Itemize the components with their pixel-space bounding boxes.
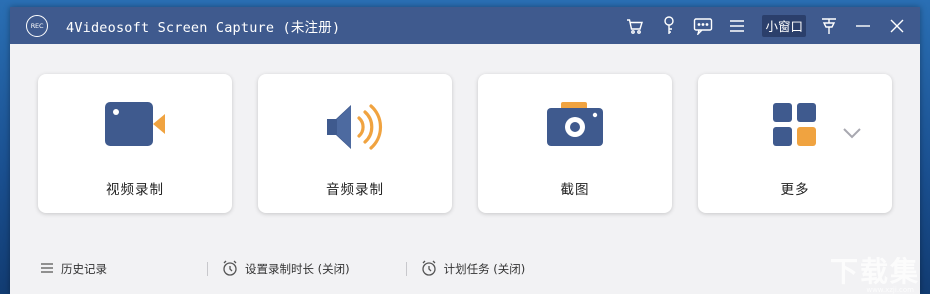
more-label: 更多 <box>780 182 810 198</box>
mini-window-button[interactable]: 小窗口 <box>762 14 806 37</box>
record-duration-link[interactable]: 设置录制时长 (关闭) <box>222 260 350 279</box>
footer-divider <box>405 262 407 276</box>
feature-cards: 视频录制 音频录制 截图 更多 <box>38 74 892 213</box>
history-label: 历史记录 <box>61 262 107 276</box>
screenshot-card[interactable]: 截图 <box>478 74 672 213</box>
screenshot-label: 截图 <box>560 182 590 198</box>
list-icon <box>40 262 54 277</box>
minimize-icon[interactable] <box>846 7 880 44</box>
speaker-icon <box>258 100 452 154</box>
titlebar-controls: 小窗口 <box>618 7 920 44</box>
audio-recorder-label: 音频录制 <box>326 182 384 198</box>
video-camera-icon <box>38 100 232 154</box>
close-icon[interactable] <box>880 7 914 44</box>
audio-recorder-card[interactable]: 音频录制 <box>258 74 452 213</box>
logo-text: REC <box>30 21 44 30</box>
cart-icon[interactable] <box>618 7 652 44</box>
title-bar: REC 4Videosoft Screen Capture (未注册) 小窗口 <box>10 7 920 44</box>
scheduled-task-label: 计划任务 (关闭) <box>443 262 526 276</box>
video-recorder-card[interactable]: 视频录制 <box>38 74 232 213</box>
more-card[interactable]: 更多 <box>698 74 892 213</box>
watermark-logo: 下载集 <box>829 255 920 288</box>
alarm-clock-icon <box>222 260 238 279</box>
record-duration-label: 设置录制时长 (关闭) <box>245 262 350 276</box>
footer-divider <box>207 262 208 276</box>
alarm-clock-icon <box>421 260 437 279</box>
app-window: REC 4Videosoft Screen Capture (未注册) 小窗口 … <box>10 7 920 294</box>
scheduled-task-link[interactable]: 计划任务 (关闭) <box>421 260 526 279</box>
grid-icon <box>698 100 892 154</box>
app-logo: REC <box>26 14 48 37</box>
watermark-url: www.xzji.com <box>866 286 914 294</box>
footer-bar: 历史记录 设置录制时长 (关闭) 计划任务 (关闭) <box>10 259 920 279</box>
history-link[interactable]: 历史记录 <box>40 261 107 277</box>
chevron-down-icon[interactable] <box>842 124 862 143</box>
chat-icon[interactable] <box>686 7 720 44</box>
camera-icon <box>478 100 672 154</box>
video-recorder-label: 视频录制 <box>106 182 164 198</box>
app-title: 4Videosoft Screen Capture (未注册) <box>66 19 341 36</box>
pin-icon[interactable] <box>812 7 846 44</box>
key-icon[interactable] <box>652 7 686 44</box>
menu-icon[interactable] <box>720 7 754 44</box>
